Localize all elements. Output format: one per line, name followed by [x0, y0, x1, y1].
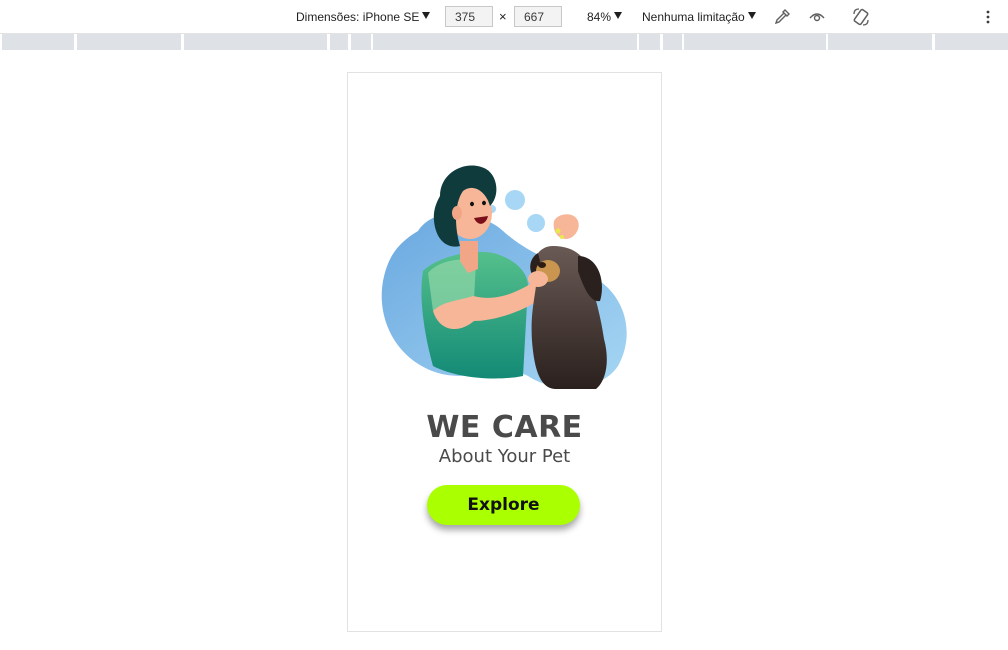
media-query-bar[interactable] [663, 34, 682, 50]
media-query-bar[interactable] [639, 34, 660, 50]
width-input[interactable]: 375 [445, 6, 493, 27]
vision-button[interactable] [808, 0, 826, 33]
eyedropper-icon [774, 8, 790, 24]
more-options-button[interactable] [985, 0, 991, 33]
media-query-bar[interactable] [77, 34, 181, 50]
more-vert-icon [986, 10, 990, 23]
device-viewport: WE CARE About Your Pet Explore [347, 72, 662, 632]
device-dimensions-label: Dimensões: iPhone SE [296, 9, 420, 24]
device-toolbar: Dimensões: iPhone SE 375 × 667 84% Nenhu… [0, 0, 1008, 34]
chevron-down-icon [614, 12, 623, 19]
chevron-down-icon [422, 12, 431, 19]
zoom-dropdown[interactable]: 84% [587, 0, 623, 33]
media-query-bar[interactable] [684, 34, 826, 50]
chevron-down-icon [747, 12, 756, 19]
media-query-bar[interactable] [184, 34, 327, 50]
media-query-bar[interactable] [828, 34, 932, 50]
throttle-label: Nenhuma limitação [642, 9, 745, 24]
media-query-bar[interactable] [373, 34, 637, 50]
explore-button[interactable]: Explore [427, 485, 580, 525]
height-input[interactable]: 667 [514, 6, 562, 27]
media-query-ruler[interactable] [0, 34, 1008, 50]
device-dimensions-dropdown[interactable]: Dimensões: iPhone SE [296, 0, 431, 33]
media-query-bar[interactable] [351, 34, 371, 50]
subheadline: About Your Pet [438, 446, 571, 467]
rotate-button[interactable] [851, 0, 871, 33]
zoom-label: 84% [587, 9, 612, 24]
media-query-bar[interactable] [330, 34, 348, 50]
times-symbol: × [499, 9, 507, 24]
headline: WE CARE [426, 410, 583, 445]
eye-icon [809, 12, 825, 21]
rotate-icon [853, 7, 869, 26]
media-query-bar[interactable] [935, 34, 1008, 50]
pet-care-illustration [381, 165, 627, 389]
media-query-bar[interactable] [2, 34, 74, 50]
throttle-dropdown[interactable]: Nenhuma limitação [642, 0, 756, 33]
eyedropper-button[interactable] [773, 0, 791, 33]
